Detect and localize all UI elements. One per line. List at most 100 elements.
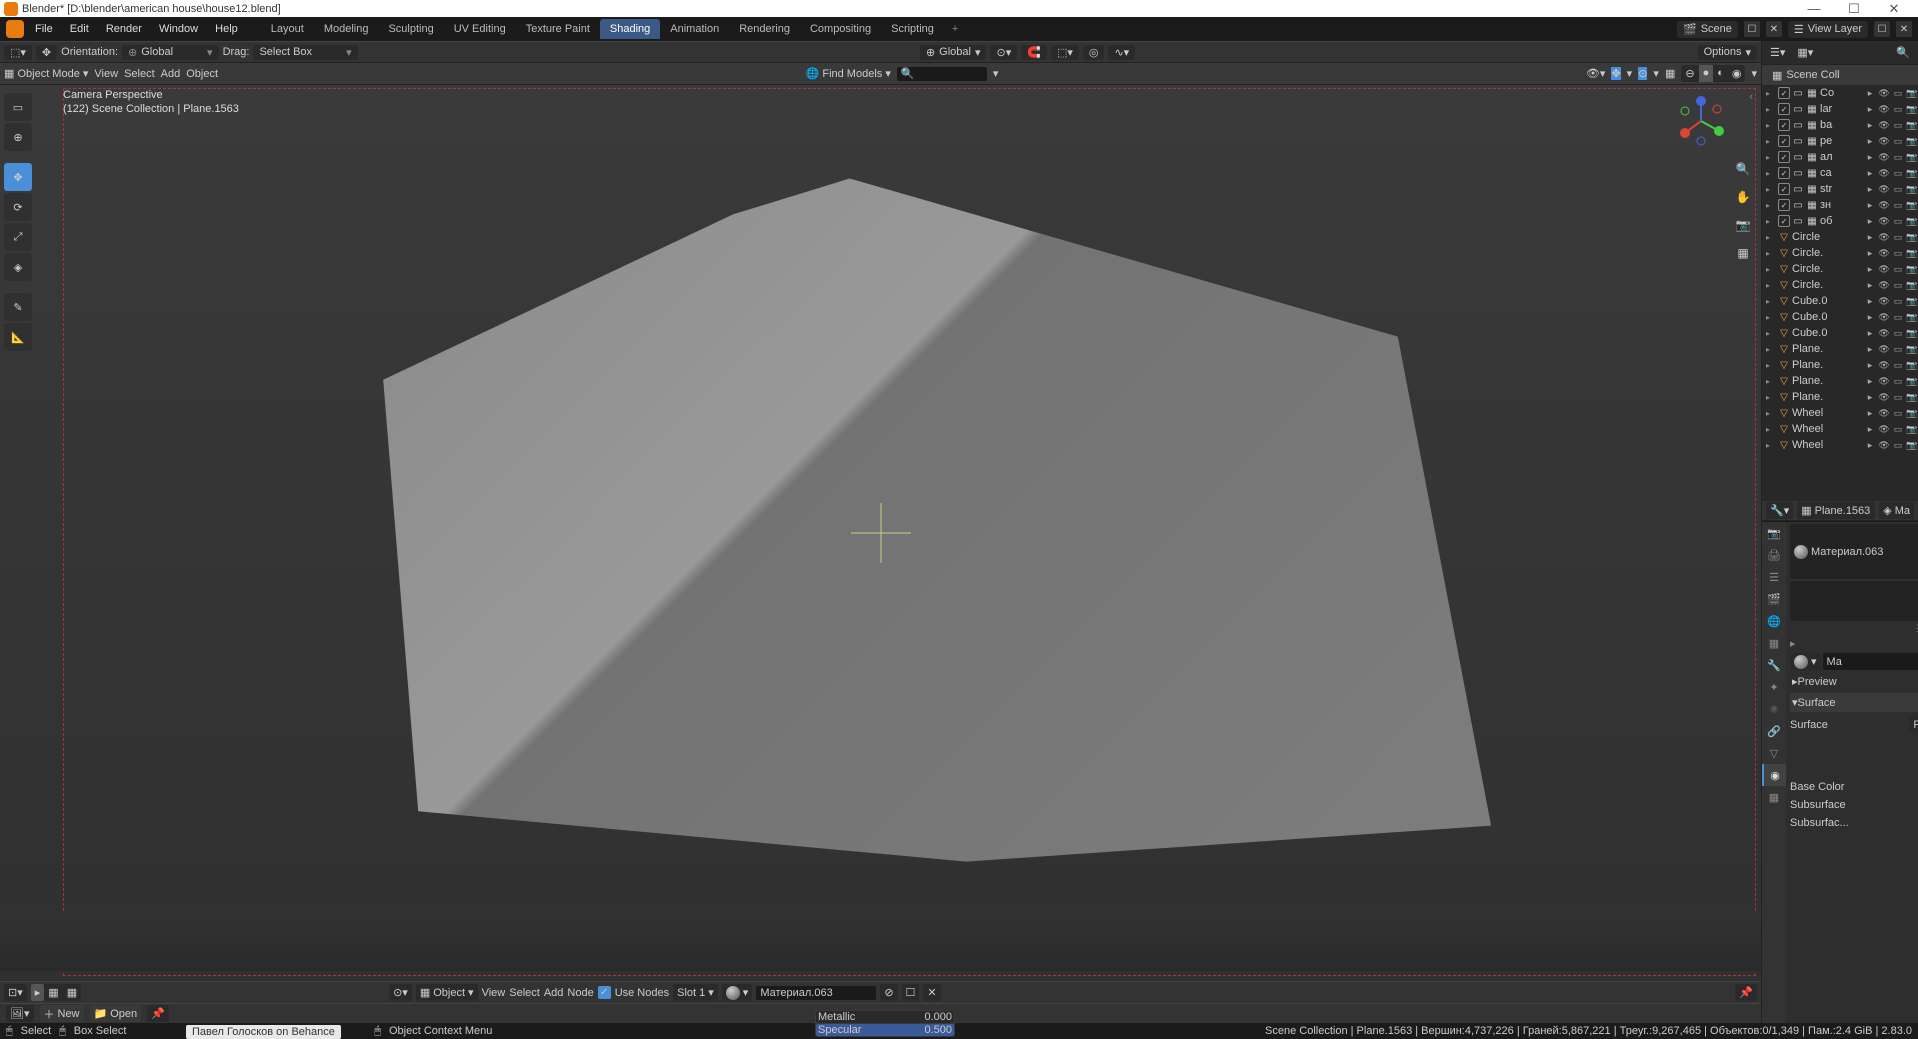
pin-material-button[interactable]: ⊘ xyxy=(880,984,897,1001)
tab-layout[interactable]: Layout xyxy=(261,19,314,39)
new-material-button[interactable]: ☐ xyxy=(902,984,920,1001)
grid-icon[interactable]: ▦ xyxy=(44,984,62,1001)
tab-texpaint[interactable]: Texture Paint xyxy=(516,19,600,39)
mode-dropdown[interactable]: ▦ Object Mode ▾ xyxy=(4,67,88,80)
data-selector[interactable]: ◈ Ma xyxy=(1879,502,1914,519)
sidebar-toggle[interactable]: ‹ xyxy=(1749,91,1753,103)
tab-scene[interactable]: 🎬 xyxy=(1762,588,1786,610)
tab-modifiers[interactable]: 🔧 xyxy=(1762,654,1786,676)
scene-collection-label[interactable]: Scene Coll xyxy=(1782,69,1839,81)
tab-material[interactable]: ◉ xyxy=(1762,764,1786,786)
preview-panel[interactable]: ▸ Preview xyxy=(1790,672,1918,691)
scene-selector[interactable]: 🎬Scene xyxy=(1677,21,1738,38)
menu-file[interactable]: File xyxy=(28,23,60,35)
grid2-icon[interactable]: ▦ xyxy=(63,984,81,1001)
tab-constraints[interactable]: 🔗 xyxy=(1762,720,1786,742)
v3d-menu-view[interactable]: View xyxy=(94,68,118,80)
tab-particles[interactable]: ✦ xyxy=(1762,676,1786,698)
add-workspace-button[interactable]: + xyxy=(944,19,966,39)
display-mode[interactable]: ▦▾ xyxy=(1793,44,1817,61)
tab-output[interactable]: 🖨 xyxy=(1762,544,1786,566)
surface-panel[interactable]: ▾ Surface xyxy=(1790,693,1918,712)
editor-type-menu[interactable]: ⬚▾ xyxy=(4,45,32,60)
shader-object-dropdown[interactable]: ▦ Object ▾ xyxy=(416,984,478,1001)
shading-solid[interactable]: ● xyxy=(1699,65,1714,82)
use-nodes-checkbox[interactable]: ✓ xyxy=(598,986,611,999)
object-selector[interactable]: ▦ Plane.1563 xyxy=(1797,502,1875,519)
measure-tool[interactable]: 📐 xyxy=(4,323,32,351)
shader-dropdown[interactable]: Principl... xyxy=(1909,716,1918,733)
slot-dropdown[interactable]: Slot 1 ▾ xyxy=(673,984,718,1001)
cursor-tool-icon[interactable]: ✥ xyxy=(36,45,57,60)
drag-dropdown[interactable]: Select Box▾ xyxy=(253,45,357,60)
tab-data[interactable]: ▽ xyxy=(1762,742,1786,764)
node-menu-select[interactable]: Select xyxy=(509,987,540,999)
material-list[interactable] xyxy=(1790,581,1918,621)
browse-material[interactable]: ▾ xyxy=(1790,653,1821,670)
overlay-toggle[interactable]: ⊙ xyxy=(1638,67,1647,80)
v3d-menu-object[interactable]: Object xyxy=(186,68,218,80)
new-viewlayer-button[interactable]: ☐ xyxy=(1874,21,1890,37)
material-name-field[interactable] xyxy=(1823,653,1918,670)
v3d-menu-add[interactable]: Add xyxy=(161,68,181,80)
tab-physics[interactable]: ⚛ xyxy=(1762,698,1786,720)
select-tool[interactable]: ▭ xyxy=(4,93,32,121)
transform-tool[interactable]: ◈ xyxy=(4,253,32,281)
menu-window[interactable]: Window xyxy=(152,23,205,35)
visibility-toggle[interactable]: 👁▾ xyxy=(1586,67,1606,80)
gizmo-dropdown[interactable]: ▾ xyxy=(1627,67,1633,80)
menu-help[interactable]: Help xyxy=(208,23,245,35)
proportional-dropdown[interactable]: ∿▾ xyxy=(1108,45,1135,60)
find-models-dropdown[interactable]: 🌐 Find Models ▾ xyxy=(806,67,891,80)
unlink-material-button[interactable]: ✕ xyxy=(923,984,940,1001)
pin-image-button[interactable]: 📌 xyxy=(147,1005,169,1022)
tab-render[interactable]: 📷 xyxy=(1762,522,1786,544)
node-menu-view[interactable]: View xyxy=(482,987,506,999)
xray-toggle[interactable]: ▦ xyxy=(1665,67,1675,80)
tab-texture[interactable]: ▦ xyxy=(1762,786,1786,808)
tab-shading[interactable]: Shading xyxy=(600,19,660,39)
shading-wireframe[interactable]: ⊖ xyxy=(1681,65,1698,82)
shadertype-dropdown[interactable]: ⊙▾ xyxy=(389,984,412,1001)
move-tool[interactable]: ✥ xyxy=(4,163,32,191)
new-scene-button[interactable]: ☐ xyxy=(1744,21,1760,37)
menu-edit[interactable]: Edit xyxy=(63,23,96,35)
menu-render[interactable]: Render xyxy=(99,23,149,35)
editor-type-icon[interactable]: ⊡▾ xyxy=(4,984,27,1001)
new-button[interactable]: ＋ New xyxy=(40,1005,84,1022)
delete-scene-button[interactable]: ✕ xyxy=(1766,21,1782,37)
minimize-button[interactable]: — xyxy=(1794,1,1834,17)
node-menu-node[interactable]: Node xyxy=(567,987,593,999)
shading-lookdev[interactable]: ◐ xyxy=(1713,65,1728,82)
outliner-type[interactable]: ☰▾ xyxy=(1766,44,1789,61)
orientation-dropdown[interactable]: ⊕ Global▾ xyxy=(122,45,219,60)
transform-space-dropdown[interactable]: ⊕ Global ▾ xyxy=(920,45,987,60)
pin-button[interactable]: 📌 xyxy=(1735,984,1757,1001)
tab-sculpting[interactable]: Sculpting xyxy=(378,19,443,39)
shading-dropdown[interactable]: ▾ xyxy=(1751,67,1757,80)
tab-object[interactable]: ▦ xyxy=(1762,632,1786,654)
asset-dropdown[interactable]: ▾ xyxy=(993,67,999,80)
open-button[interactable]: 📁 Open xyxy=(90,1005,142,1022)
node-menu-add[interactable]: Add xyxy=(544,987,564,999)
tab-scripting[interactable]: Scripting xyxy=(881,19,944,39)
snap-toggle[interactable]: 🧲 xyxy=(1021,45,1047,60)
rotate-tool[interactable]: ⟳ xyxy=(4,193,32,221)
tab-rendering[interactable]: Rendering xyxy=(729,19,800,39)
pivot-dropdown[interactable]: ⊙▾ xyxy=(990,45,1017,60)
snap-dropdown[interactable]: ⬚▾ xyxy=(1051,45,1079,60)
v3d-menu-select[interactable]: Select xyxy=(124,68,155,80)
list-grip[interactable]: ⋮⋮ xyxy=(1790,623,1918,634)
tab-viewlayer[interactable]: ☰ xyxy=(1762,566,1786,588)
proportional-toggle[interactable]: ◎ xyxy=(1083,45,1105,60)
tab-modeling[interactable]: Modeling xyxy=(314,19,379,39)
maximize-button[interactable]: ☐ xyxy=(1834,1,1874,17)
options-dropdown[interactable]: Options ▾ xyxy=(1698,45,1757,60)
node-preview[interactable]: Metallic0.000 Specular0.500 xyxy=(815,1010,955,1037)
search-input[interactable] xyxy=(897,67,987,81)
search-icon[interactable]: 🔍 xyxy=(1892,44,1914,61)
material-slot[interactable]: Материал.063 xyxy=(1790,524,1918,579)
tab-uv[interactable]: UV Editing xyxy=(444,19,516,39)
material-browse[interactable]: ▾ xyxy=(722,984,753,1001)
image-editor-type[interactable]: 🖼▾ xyxy=(6,1005,34,1022)
